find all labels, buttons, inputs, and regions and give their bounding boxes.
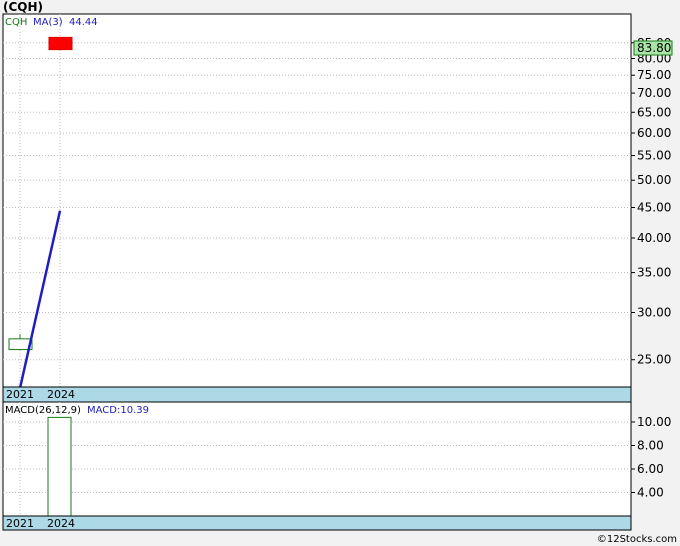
macd-legend-label: MACD(26,12,9) — [5, 405, 81, 416]
macd-plot-area — [2, 401, 632, 531]
price-y-axis: 85.0080.0075.0070.0065.0060.0055.0050.00… — [631, 36, 671, 367]
macd-tick-label: 10.00 — [637, 415, 671, 429]
macd-date-strip — [2, 515, 632, 531]
macd-marks — [47, 416, 72, 517]
price-tick-label: 70.00 — [637, 86, 671, 100]
macd-panel: 10.00 8.00 6.00 4.00 2021 2024 MACD(26,12,9)… — [2, 401, 671, 531]
price-plot-area — [2, 13, 632, 403]
last-price-label: 83.80 — [637, 41, 671, 55]
price-tick-label: 50.00 — [637, 173, 671, 187]
price-tick-label: 30.00 — [637, 306, 671, 320]
price-tick-label: 60.00 — [637, 126, 671, 140]
stock-chart: 85.0080.0075.0070.0065.0060.0055.0050.00… — [2, 13, 673, 531]
macd-legend: MACD(26,12,9) MACD:10.39 — [5, 405, 149, 416]
macd-date-label: 2024 — [47, 517, 75, 530]
macd-date-label: 2021 — [6, 517, 34, 530]
legend-ma-label: MA(3) — [33, 17, 63, 28]
price-legend: CQH MA(3) 44.44 — [5, 17, 98, 28]
price-tick-label: 40.00 — [637, 231, 671, 245]
price-tick-label: 65.00 — [637, 105, 671, 119]
legend-ma-value: 44.44 — [69, 17, 98, 28]
price-tick-label: 55.00 — [637, 149, 671, 163]
macd-bar — [47, 416, 72, 517]
price-tick-label: 75.00 — [637, 68, 671, 82]
price-tick-label: 45.00 — [637, 201, 671, 215]
macd-tick-label: 4.00 — [637, 485, 664, 499]
price-date-label: 2021 — [6, 388, 34, 401]
macd-y-axis: 10.00 8.00 6.00 4.00 — [631, 415, 671, 499]
price-tick-label: 35.00 — [637, 266, 671, 280]
macd-legend-value: MACD:10.39 — [87, 405, 149, 416]
price-date-strip — [2, 386, 632, 403]
last-price-badge: 83.80 — [633, 40, 673, 56]
candle-body — [48, 36, 73, 51]
price-date-label: 2024 — [47, 388, 75, 401]
macd-tick-label: 6.00 — [637, 462, 664, 476]
price-panel: 85.0080.0075.0070.0065.0060.0055.0050.00… — [2, 13, 673, 403]
legend-symbol: CQH — [5, 17, 27, 28]
price-tick-label: 25.00 — [637, 353, 671, 367]
macd-tick-label: 8.00 — [637, 438, 664, 452]
